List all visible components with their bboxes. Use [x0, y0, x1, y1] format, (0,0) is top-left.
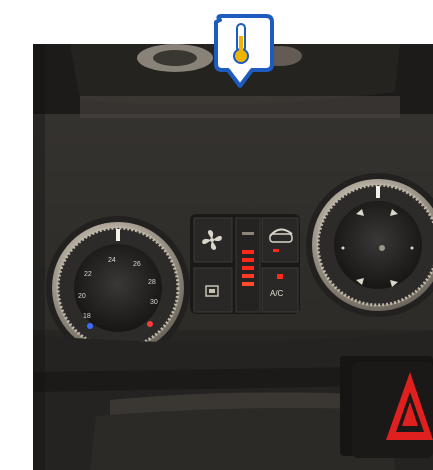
temp-scale-number: 22 [84, 271, 92, 278]
temp-scale-number: 26 [133, 261, 141, 268]
ac-label: A/C [270, 289, 284, 298]
photo-content: 18 20 22 24 26 28 30 A/C [33, 44, 433, 470]
temp-scale-number: 24 [108, 257, 116, 264]
temp-scale-number: 20 [78, 293, 86, 300]
climate-button-panel: A/C [190, 214, 300, 314]
temp-scale-number: 30 [150, 299, 158, 306]
temp-scale-number: 28 [148, 279, 156, 286]
dashboard-photo: 18 20 22 24 26 28 30 A/C [0, 0, 433, 470]
temp-scale-number: 18 [83, 313, 91, 320]
hazard-button[interactable] [352, 362, 433, 458]
